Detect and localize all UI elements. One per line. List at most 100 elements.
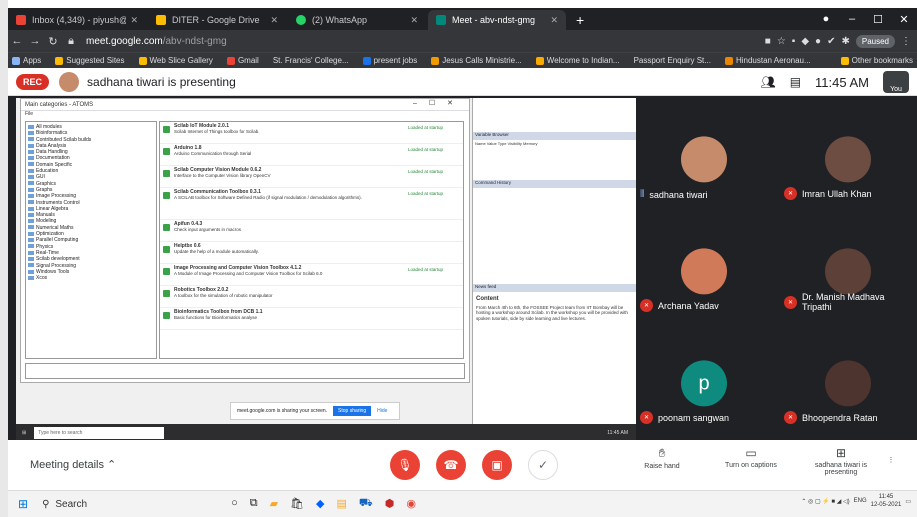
bookmark-other[interactable]: Other bookmarks: [840, 56, 913, 65]
variable-browser-header: Variable Browser: [473, 132, 636, 140]
taskbar-clock[interactable]: 11:45 12-05-2021: [871, 493, 902, 509]
left-edge: [0, 0, 8, 517]
module-item: Scilab IoT Module 2.0.1 Scilab Internet o…: [160, 122, 463, 144]
atoms-title: Main categories - ATOMS: [25, 101, 94, 108]
language-indicator[interactable]: ENG: [854, 498, 867, 504]
tray-icons[interactable]: ⌃ ◎ ▢ ⚡ ■ ◢ ◁): [801, 498, 849, 505]
tab-gmail[interactable]: Inbox (4,349) - piyush@iul.ac.in ✕: [8, 10, 146, 30]
camera-off-icon: ▣: [491, 458, 503, 472]
meeting-details-button[interactable]: Meeting details ⌃: [30, 458, 116, 471]
meet-top-right: 👥︎ ▤ 11:45 AM You: [760, 68, 917, 96]
puzzle-icon[interactable]: ✱: [841, 36, 849, 47]
tab-label: Inbox (4,349) - piyush@iul.ac.in: [32, 15, 126, 25]
variable-browser-table: Name Value Type Visibility Memory: [475, 141, 538, 146]
minimize-button[interactable]: –: [839, 13, 865, 25]
task-view-icon[interactable]: ⧉: [250, 497, 258, 511]
back-icon[interactable]: ←: [8, 35, 26, 47]
atoms-window-controls: –☐✕: [412, 100, 465, 107]
leave-call-button[interactable]: ☎︎: [436, 450, 466, 480]
present-button[interactable]: ✓: [528, 450, 558, 480]
app-icon[interactable]: ⛟: [359, 497, 373, 511]
self-view[interactable]: You: [883, 71, 909, 93]
cortana-icon[interactable]: ○: [231, 497, 238, 511]
app-icon[interactable]: ⬢: [385, 497, 395, 511]
folder-icon[interactable]: ▤: [336, 497, 346, 511]
close-icon[interactable]: ✕: [410, 15, 418, 26]
chrome-icon[interactable]: ◉: [406, 497, 416, 511]
notification-icon[interactable]: ▭: [905, 498, 911, 505]
participant-tile[interactable]: ✕ Imran Ullah Khan: [780, 124, 916, 204]
bookmark-icon: [138, 56, 147, 65]
more-options-button[interactable]: ⋮: [876, 456, 906, 464]
tab-drive[interactable]: DITER - Google Drive ✕: [148, 10, 286, 30]
dropbox-icon[interactable]: ◆: [316, 497, 324, 511]
chat-icon[interactable]: ▤: [790, 75, 801, 89]
presentation-status-button[interactable]: ⊞ sadhana tiwari is presenting: [806, 446, 876, 476]
camera-off-button[interactable]: ▣: [482, 450, 512, 480]
bookmark-st-francis[interactable]: St. Francis' College...: [273, 56, 349, 65]
bookmark-gmail[interactable]: Gmail: [226, 56, 259, 65]
extension-icon[interactable]: ●: [815, 36, 821, 47]
bookmark-hindustan[interactable]: Hindustan Aeronau...: [724, 56, 811, 65]
raise-hand-button[interactable]: ✋︎ Raise hand: [632, 446, 692, 470]
participant-tile[interactable]: ⦀ sadhana tiwari: [636, 124, 772, 204]
close-icon[interactable]: ✕: [130, 15, 138, 26]
captions-button[interactable]: ▭ Turn on captions: [716, 446, 786, 469]
windows-start-icon[interactable]: ⊞: [18, 497, 28, 511]
mic-off-icon: ✕: [640, 299, 653, 312]
url-field[interactable]: meet.google.com/abv-ndst-gmg: [86, 36, 765, 47]
bookmark-icon: [724, 56, 733, 65]
bookmark-suggested-sites[interactable]: Suggested Sites: [55, 56, 125, 65]
extension-icon[interactable]: ✔: [827, 36, 835, 47]
camera-icon[interactable]: ■: [765, 36, 771, 47]
bookmark-icon: [535, 56, 544, 65]
bookmark-jesus-calls[interactable]: Jesus Calls Ministrie...: [431, 56, 522, 65]
category-item: Xcos: [28, 275, 154, 281]
mic-off-icon: ✕: [784, 411, 797, 424]
atoms-window: Main categories - ATOMS –☐✕ File All mod…: [20, 98, 470, 383]
participant-tile[interactable]: ✕ Archana Yadav: [636, 236, 772, 316]
close-window-button[interactable]: ✕: [891, 13, 917, 26]
forward-icon[interactable]: →: [26, 35, 44, 47]
stop-sharing-button[interactable]: Stop sharing: [333, 406, 372, 416]
star-icon[interactable]: ☆: [777, 36, 786, 47]
taskbar-search[interactable]: ⚲ Search: [36, 494, 221, 514]
app-icon[interactable]: ▰: [270, 497, 278, 511]
more-icon[interactable]: ⋮: [901, 36, 911, 47]
close-icon[interactable]: ✕: [550, 15, 558, 26]
participant-tile[interactable]: ✕ Dr. Manish Madhava Tripathi: [780, 236, 916, 316]
participant-name: poonam sangwan: [658, 412, 730, 423]
extension-icon[interactable]: ◆: [801, 36, 809, 47]
window-controls: ● – ☐ ✕: [813, 8, 917, 30]
browser-tab-bar: Inbox (4,349) - piyush@iul.ac.in ✕ DITER …: [8, 8, 917, 30]
reload-icon[interactable]: ↻: [44, 35, 62, 48]
meet-clock: 11:45 AM: [815, 74, 869, 90]
tab-whatsapp[interactable]: (2) WhatsApp ✕: [288, 10, 426, 30]
hide-button[interactable]: Hide: [377, 408, 387, 414]
bookmarks-bar: Apps Suggested Sites Web Slice Gallery G…: [8, 52, 917, 68]
participant-name: Imran Ullah Khan: [802, 188, 872, 199]
extension-icon[interactable]: ▪: [792, 36, 796, 47]
new-tab-button[interactable]: +: [568, 10, 592, 30]
bookmark-web-slice[interactable]: Web Slice Gallery: [138, 56, 213, 65]
bookmark-passport[interactable]: Passport Enquiry St...: [634, 56, 711, 65]
bookmark-apps[interactable]: Apps: [12, 56, 41, 65]
close-icon[interactable]: ✕: [270, 15, 278, 26]
profile-button[interactable]: Paused: [855, 34, 895, 48]
bookmark-present-jobs[interactable]: present jobs: [362, 56, 417, 65]
people-icon[interactable]: 👥︎: [760, 75, 775, 89]
gmail-icon: [226, 56, 235, 65]
presenter-avatar: [59, 71, 80, 92]
store-icon[interactable]: 🛍︎: [290, 497, 304, 511]
lock-icon[interactable]: 🔒︎: [62, 35, 80, 48]
module-item: Arduino 1.8 Arduino Communication through…: [160, 144, 463, 166]
tab-label: DITER - Google Drive: [172, 15, 260, 25]
bookmark-welcome-indian[interactable]: Welcome to Indian...: [535, 56, 620, 65]
tab-meet[interactable]: Meet - abv-ndst-gmg ✕: [428, 10, 566, 30]
shared-screen: Main categories - ATOMS –☐✕ File All mod…: [16, 98, 636, 450]
participant-tile[interactable]: p ✕ poonam sangwan: [636, 348, 772, 428]
maximize-button[interactable]: ☐: [865, 13, 891, 26]
participant-tile[interactable]: ✕ Bhoopendra Ratan: [780, 348, 916, 428]
shared-search-box: Type here to search: [34, 427, 165, 439]
mic-off-button[interactable]: 🎙︎: [390, 450, 420, 480]
